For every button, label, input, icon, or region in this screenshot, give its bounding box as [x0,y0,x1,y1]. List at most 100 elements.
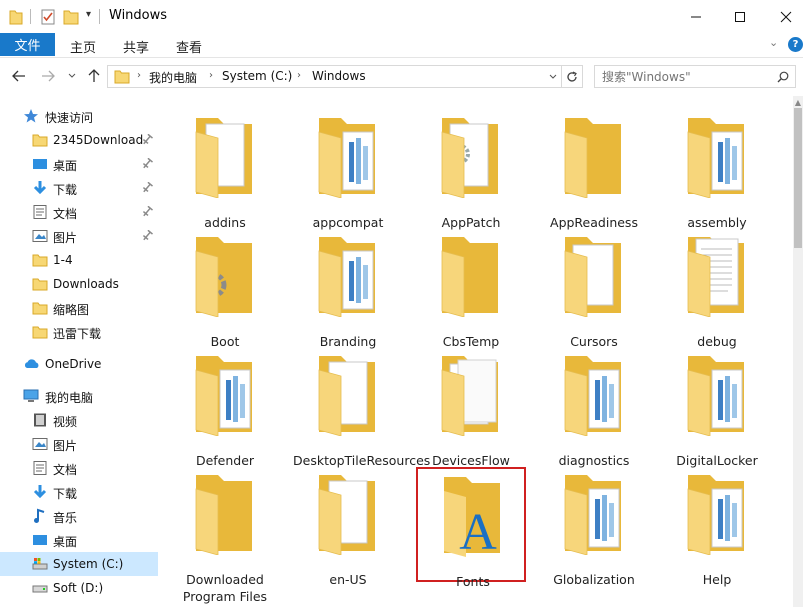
sidebar-item-desktop[interactable]: 桌面 [0,152,158,176]
tab-home[interactable]: 主页 [70,37,96,56]
pin-icon[interactable] [141,182,153,194]
sidebar-item-pc-downloads[interactable]: 下载 [0,480,158,504]
tab-share[interactable]: 共享 [123,37,149,56]
breadcrumb-this-pc[interactable]: 我的电脑 [149,69,197,86]
folder-item-desktoptileresources[interactable]: DesktopTileResources [293,348,430,468]
search-icon[interactable] [777,71,789,83]
folder-item-devicesflow[interactable]: DevicesFlow [416,348,526,468]
breadcrumb-windows[interactable]: Windows [312,69,366,83]
refresh-icon [567,70,577,82]
folder-icon [441,237,498,317]
sidebar-item-system-c[interactable]: System (C:) [0,552,158,576]
address-bar[interactable]: › 我的电脑 › System (C:) › Windows [107,65,562,88]
sidebar-item-documents[interactable]: 文档 [0,200,158,224]
sidebar-item-pc-documents[interactable]: 文档 [0,456,158,480]
sidebar-item-label: 桌面 [53,159,78,173]
sidebar-item-videos[interactable]: 视频 [0,408,158,432]
breadcrumb-system-c[interactable]: System (C:) [222,69,292,83]
ribbon-tabs: 文件 主页 共享 查看 ⌄ ? [0,33,803,57]
folder-icon [564,356,621,436]
sidebar-item-label: 视频 [53,415,78,429]
folder-item-assembly[interactable]: assembly [662,110,772,230]
folder-item-en-us[interactable]: en-US [293,467,403,587]
download-arrow-icon [33,485,47,499]
folder-item-boot[interactable]: Boot [170,229,280,349]
folder-item-apppatch[interactable]: AppPatch [416,110,526,230]
folder-item-addins[interactable]: addins [170,110,280,230]
download-arrow-icon [33,181,47,195]
folder-item-diagnostics[interactable]: diagnostics [539,348,649,468]
scrollbar-thumb[interactable] [794,108,802,248]
sidebar-item-pictures[interactable]: 图片 [0,224,158,248]
svg-text:A: A [459,504,497,557]
close-button[interactable] [763,0,803,33]
minimize-icon [691,16,701,17]
cloud-icon [24,359,39,368]
search-box[interactable] [594,65,796,88]
refresh-button[interactable] [562,65,583,88]
desktop-icon [33,535,47,545]
sidebar-item-label: 缩略图 [53,303,90,317]
maximize-button[interactable] [717,0,763,33]
address-history-chevron-icon[interactable] [548,72,558,82]
sidebar-item-onedrive[interactable]: OneDrive [0,352,158,376]
customize-toolbar-chevron-icon[interactable]: ▾ [86,9,91,27]
pin-icon[interactable] [141,158,153,170]
arrow-left-icon [12,70,25,82]
sidebar-item-label: 1-4 [53,253,73,267]
folder-item-globalization[interactable]: Globalization [539,467,649,587]
forward-button[interactable] [38,66,58,86]
back-button[interactable] [9,66,29,86]
vertical-scrollbar[interactable]: ▲ [793,96,803,607]
sidebar-item-soft-d[interactable]: Soft (D:) [0,576,158,600]
sidebar-item-this-pc[interactable]: 我的电脑 [0,384,158,408]
breadcrumb-chevron-icon[interactable]: › [209,70,213,81]
recent-locations-button[interactable] [62,66,82,86]
folder-item-cursors[interactable]: Cursors [539,229,649,349]
tab-view[interactable]: 查看 [176,37,202,56]
breadcrumb-chevron-icon[interactable]: › [297,70,301,81]
folder-item-help[interactable]: Help [662,467,772,587]
scroll-up-arrow-icon[interactable]: ▲ [793,96,803,108]
sidebar-item-1-4[interactable]: 1-4 [0,248,158,272]
folder-item-appreadiness[interactable]: AppReadiness [539,110,649,230]
pin-icon[interactable] [141,230,153,242]
sidebar-item-label: 2345Download [53,133,144,147]
drive-icon [32,558,48,570]
folder-item-digitallocker[interactable]: DigitalLocker [662,348,772,468]
folder-icon [195,118,252,198]
sidebar-item-music[interactable]: 音乐 [0,504,158,528]
folder-item-debug[interactable]: debug [662,229,772,349]
sidebar-item-quick-access[interactable]: 快速访问 [0,104,158,128]
folder-item-appcompat[interactable]: appcompat [293,110,403,230]
sidebar-item-downloads[interactable]: 下载 [0,176,158,200]
folder-item-fonts[interactable]: A Fonts [416,467,526,589]
folder-icon [687,237,744,317]
sidebar-item-pc-pictures[interactable]: 图片 [0,432,158,456]
expand-ribbon-chevron-icon[interactable]: ⌄ [769,36,778,49]
up-button[interactable] [84,66,104,86]
search-input[interactable] [595,66,773,87]
sidebar-item-thunder-downloads[interactable]: 迅雷下载 [0,320,158,344]
new-folder-icon[interactable] [63,8,79,26]
sidebar-item-2345download[interactable]: 2345Download [0,128,158,152]
pin-icon[interactable] [141,206,153,218]
toolbar-separator [30,9,31,24]
pin-icon[interactable] [141,134,153,146]
folder-item-defender[interactable]: Defender [170,348,280,468]
help-button[interactable]: ? [788,37,803,52]
breadcrumb-chevron-icon[interactable]: › [137,70,141,81]
folder-icon [32,254,48,267]
folder-icon [687,475,744,555]
minimize-button[interactable] [673,0,719,33]
sidebar-item-thumbnails[interactable]: 缩略图 [0,296,158,320]
folder-item-downloaded-program-files[interactable]: Downloaded Program Files [170,467,280,604]
tab-file[interactable]: 文件 [0,33,55,56]
properties-icon[interactable] [40,8,56,26]
folder-item-cbstemp[interactable]: CbsTemp [416,229,526,349]
sidebar-item-pc-desktop[interactable]: 桌面 [0,528,158,552]
folder-icon [687,118,744,198]
address-row: › 我的电脑 › System (C:) › Windows [0,57,803,95]
folder-item-branding[interactable]: Branding [293,229,403,349]
sidebar-item-downloads-folder[interactable]: Downloads [0,272,158,296]
